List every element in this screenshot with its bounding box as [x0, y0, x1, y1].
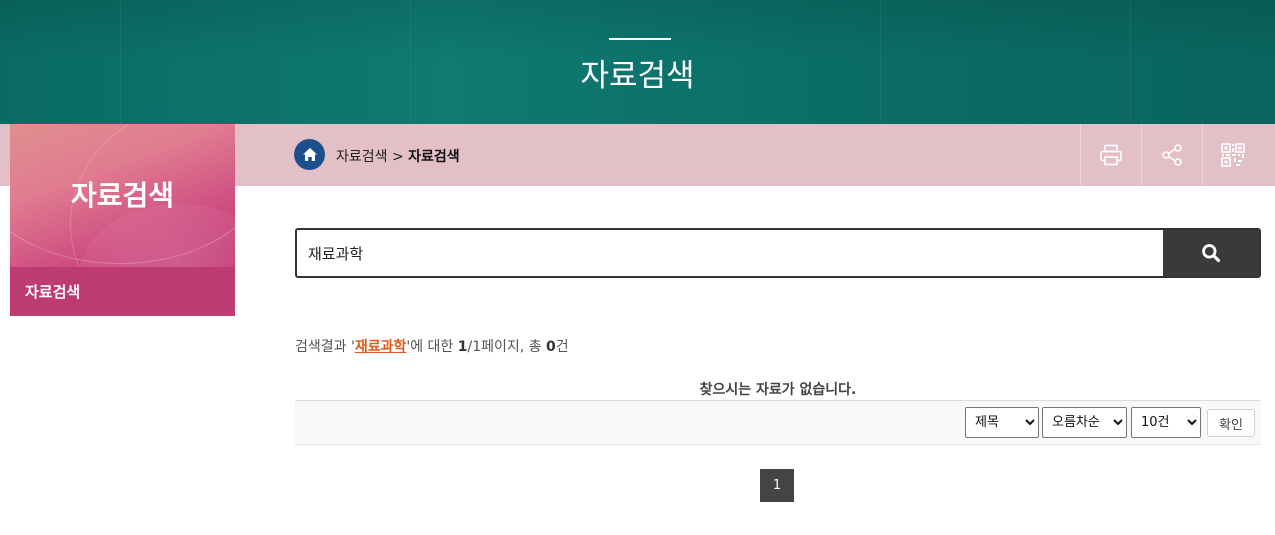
sort-field-select[interactable]: 제목: [965, 407, 1039, 438]
search-input[interactable]: [297, 230, 1163, 276]
share-button[interactable]: [1141, 124, 1202, 186]
print-icon: [1100, 144, 1122, 166]
search-button[interactable]: [1163, 230, 1259, 276]
share-icon: [1162, 144, 1182, 166]
result-total-count: 0: [546, 339, 556, 355]
sort-order-select[interactable]: 오름차순: [1042, 407, 1127, 438]
result-summary-suffix: 건: [555, 339, 569, 355]
banner-divider: [609, 38, 671, 40]
breadcrumb-item[interactable]: 자료검색: [336, 149, 388, 165]
page-size-select[interactable]: 10건: [1131, 407, 1201, 438]
qr-code-icon: [1221, 143, 1245, 167]
home-icon[interactable]: [294, 139, 325, 170]
sidebar-header: 자료검색: [10, 124, 235, 267]
pagination-page-current[interactable]: 1: [760, 469, 794, 502]
breadcrumb: 자료검색 > 자료검색: [336, 146, 460, 166]
sidebar-title: 자료검색: [70, 179, 175, 212]
empty-message: 찾으시는 자료가 없습니다.: [699, 382, 857, 398]
result-summary: 검색결과 '재료과학'에 대한 1/1페이지, 총 0건: [295, 336, 569, 356]
sidebar-item-search[interactable]: 자료검색: [10, 267, 235, 316]
confirm-button[interactable]: 확인: [1207, 409, 1255, 437]
page-title: 자료검색: [580, 58, 695, 94]
search-icon: [1202, 244, 1221, 263]
breadcrumb-current: 자료검색: [408, 149, 460, 165]
qr-code-button[interactable]: [1202, 124, 1263, 186]
sidebar-item-label: 자료검색: [25, 283, 81, 301]
result-summary-page: /1페이지, 총: [467, 339, 546, 355]
search-box: [295, 228, 1261, 278]
breadcrumb-separator: >: [391, 149, 404, 165]
result-summary-prefix: 검색결과 ': [295, 339, 355, 355]
result-keyword: 재료과학: [354, 339, 407, 355]
print-button[interactable]: [1080, 124, 1141, 186]
result-summary-middle: '에 대한: [406, 339, 458, 355]
page-banner: 자료검색: [0, 0, 1275, 124]
result-current-page: 1: [457, 339, 468, 355]
